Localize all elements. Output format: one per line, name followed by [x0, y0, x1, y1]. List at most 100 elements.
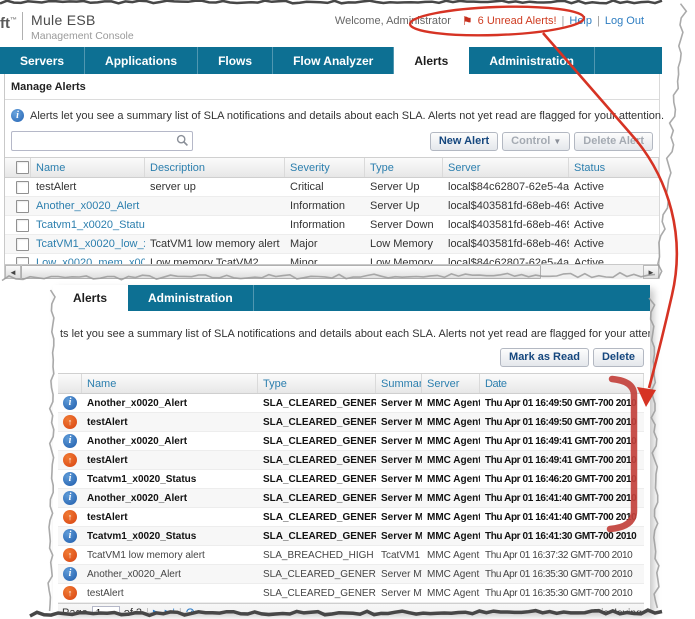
alert-summary: Server M: [376, 489, 422, 507]
last-page-button[interactable]: ▶|: [165, 608, 175, 613]
column-header-name[interactable]: Name: [31, 158, 145, 177]
alert-icon-cell: i: [58, 527, 82, 545]
alert-name: TcatVM1 low memory alert: [82, 546, 258, 564]
alert-date: Thu Apr 01 16:35:30 GMT-700 2010: [480, 565, 644, 583]
row-checkbox[interactable]: [16, 219, 29, 232]
column-header-description[interactable]: Description: [145, 158, 285, 177]
unread-table-row[interactable]: ↑testAlertSLA_CLEARED_GENERICServer MMMC…: [58, 413, 644, 432]
unread-table-row[interactable]: ↑testAlertSLA_CLEARED_GENERICServer MMMC…: [58, 451, 644, 470]
alert-date: Thu Apr 01 16:49:50 GMT-700 2010: [480, 394, 644, 412]
alerts-grid-header: NameDescriptionSeverityTypeServerStatus: [5, 157, 659, 178]
alert-server: MMC Agent: [422, 508, 480, 526]
info-alert-icon: i: [63, 567, 77, 581]
unread-table-row[interactable]: ↑TcatVM1 low memory alertSLA_BREACHED_HI…: [58, 546, 644, 565]
unread-nav-tabbar: AlertsAdministration: [53, 285, 650, 311]
alert-type: SLA_CLEARED_GENERIC: [258, 451, 376, 469]
tab-servers[interactable]: Servers: [0, 47, 85, 74]
table-row[interactable]: testAlertserver upCriticalServer Uplocal…: [5, 178, 659, 197]
unread-table-row[interactable]: iAnother_x0020_AlertSLA_CLEARED_GENERICS…: [58, 565, 644, 584]
alert-server: MMC Agent: [422, 394, 480, 412]
tab-flows[interactable]: Flows: [198, 47, 273, 74]
scrollbar-thumb[interactable]: [21, 265, 541, 279]
logout-link[interactable]: Log Out: [605, 15, 644, 27]
alert-server: MMC Agent: [422, 451, 480, 469]
tab2-administration[interactable]: Administration: [128, 285, 254, 311]
search-input[interactable]: [11, 131, 193, 151]
separator: |: [562, 15, 565, 27]
alert-name-link[interactable]: Another_x0020_Alert: [31, 197, 145, 215]
unread-table-row[interactable]: iTcatvm1_x0020_StatusSLA_CLEARED_GENERIC…: [58, 470, 644, 489]
alert-name-link[interactable]: Tcatvm1_x0020_Status: [31, 216, 145, 234]
alert-name-link[interactable]: TcatVM1_x0020_low_x0020_: [31, 235, 145, 253]
tab-alerts[interactable]: Alerts: [394, 47, 469, 74]
unread-alerts-link[interactable]: 6 Unread Alerts!: [478, 15, 557, 27]
alert-icon-cell: ↑: [58, 546, 82, 564]
column-header-server[interactable]: Server: [443, 158, 569, 177]
tab-flow-analyzer[interactable]: Flow Analyzer: [273, 47, 394, 74]
logo-divider: [22, 12, 23, 40]
alert-name: Another_x0020_Alert: [82, 394, 258, 412]
column-header-type[interactable]: Type: [258, 374, 376, 393]
unread-table-row[interactable]: ↑testAlertSLA_CLEARED_GENERICServer MVMM…: [58, 584, 644, 603]
page-label: Page: [62, 607, 88, 612]
alert-name: Another_x0020_Alert: [82, 432, 258, 450]
alert-name: testAlert: [82, 508, 258, 526]
next-page-button[interactable]: ▶: [153, 608, 161, 613]
mark-as-read-button[interactable]: Mark as Read: [500, 348, 589, 367]
unread-table-row[interactable]: iAnother_x0020_AlertSLA_CLEARED_GENERICS…: [58, 432, 644, 451]
row-checkbox[interactable]: [16, 200, 29, 213]
alerts-grid: NameDescriptionSeverityTypeServerStatus …: [5, 157, 659, 273]
column-header-type[interactable]: Type: [365, 158, 443, 177]
help-link[interactable]: Help: [569, 15, 592, 27]
tab-administration[interactable]: Administration: [469, 47, 595, 74]
table-row[interactable]: Tcatvm1_x0020_StatusInformationServer Do…: [5, 216, 659, 235]
alert-name: Tcatvm1_x0020_Status: [82, 527, 258, 545]
alert-name-link[interactable]: testAlert: [31, 178, 145, 196]
column-header-severity[interactable]: Severity: [285, 158, 365, 177]
tabbar-filler: [595, 47, 662, 74]
alert-icon-cell: i: [58, 432, 82, 450]
new-alert-button[interactable]: New Alert: [430, 132, 498, 151]
alert-description: [145, 197, 285, 215]
column-header-date[interactable]: Date: [480, 374, 644, 393]
unread-table-row[interactable]: iTcatvm1_x0020_StatusSLA_CLEARED_GENERIC…: [58, 527, 644, 546]
row-checkbox[interactable]: [16, 181, 29, 194]
alert-date: Thu Apr 01 16:41:40 GMT-700 2010: [480, 508, 644, 526]
alert-date: Thu Apr 01 16:46:20 GMT-700 2010: [480, 470, 644, 488]
column-header-server[interactable]: Server: [422, 374, 480, 393]
alert-icon-cell: ↑: [58, 413, 82, 431]
column-header-status[interactable]: Status: [569, 158, 659, 177]
scroll-left-arrow[interactable]: ◄: [5, 265, 21, 279]
column-header-icon[interactable]: [58, 374, 82, 393]
alert-severity: Information: [285, 197, 365, 215]
alert-type: Server Up: [365, 197, 443, 215]
alert-type: SLA_CLEARED_GENERIC: [258, 565, 376, 583]
select-all-checkbox[interactable]: [16, 161, 29, 174]
delete-alert-button[interactable]: Delete Alert: [574, 132, 653, 151]
horizontal-scrollbar[interactable]: ◄ ►: [5, 264, 659, 279]
tab-applications[interactable]: Applications: [85, 47, 198, 74]
info-alert-icon: i: [63, 472, 77, 486]
alert-date: Thu Apr 01 16:41:40 GMT-700 2010: [480, 489, 644, 507]
welcome-text: Welcome, Administrator: [335, 15, 451, 27]
unread-table-row[interactable]: iAnother_x0020_AlertSLA_CLEARED_GENERICS…: [58, 489, 644, 508]
row-checkbox-cell: [5, 216, 31, 234]
column-header-summary[interactable]: Summary: [376, 374, 422, 393]
table-row[interactable]: Another_x0020_AlertInformationServer Upl…: [5, 197, 659, 216]
row-checkbox[interactable]: [16, 238, 29, 251]
page-number-input[interactable]: [92, 606, 120, 612]
delete-button[interactable]: Delete: [593, 348, 644, 367]
row-checkbox-cell: [5, 178, 31, 196]
refresh-icon[interactable]: ⟳: [186, 605, 197, 612]
control-dropdown-button[interactable]: Control ▼: [502, 132, 570, 151]
scroll-right-arrow[interactable]: ►: [643, 265, 659, 279]
alert-server: MMC Agent -: [422, 565, 480, 583]
alert-status: Active: [569, 235, 659, 253]
alert-icon-cell: ↑: [58, 508, 82, 526]
column-header-name[interactable]: Name: [82, 374, 258, 393]
unread-alerts-grid: NameTypeSummaryServerDate iAnother_x0020…: [58, 373, 644, 603]
table-row[interactable]: TcatVM1_x0020_low_x0020_TcatVM1 low memo…: [5, 235, 659, 254]
tab2-alerts[interactable]: Alerts: [53, 285, 128, 311]
unread-table-row[interactable]: iAnother_x0020_AlertSLA_CLEARED_GENERICS…: [58, 394, 644, 413]
unread-table-row[interactable]: ↑testAlertSLA_CLEARED_GENERICServer MMMC…: [58, 508, 644, 527]
